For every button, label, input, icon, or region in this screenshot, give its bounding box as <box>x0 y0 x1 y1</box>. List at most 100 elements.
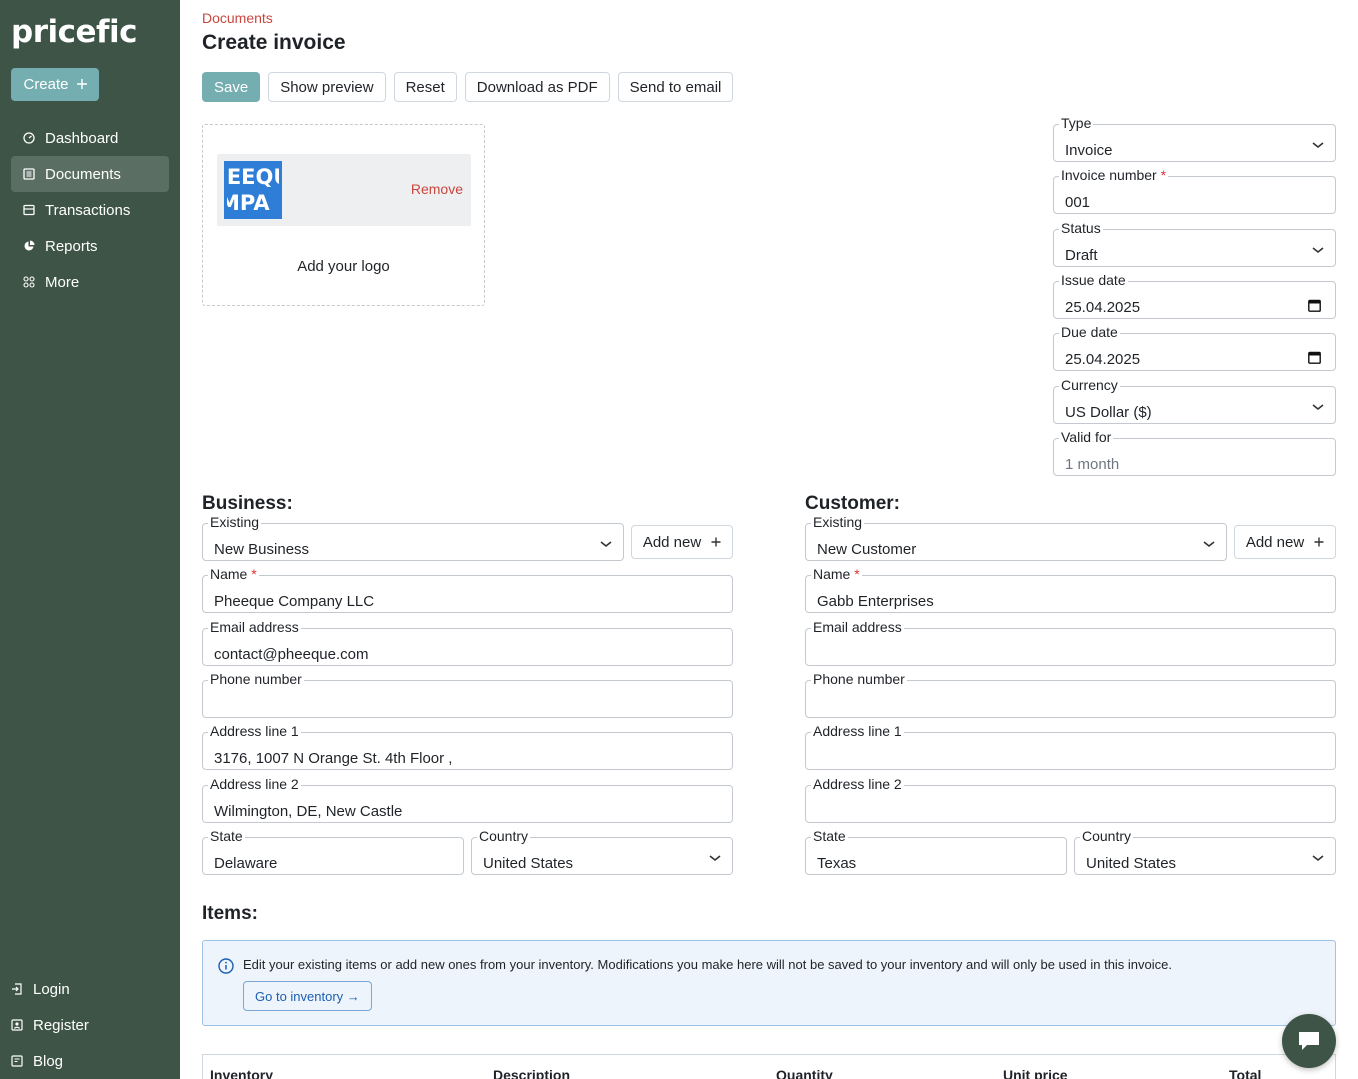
business-existing-label: Existing <box>208 513 262 531</box>
app-logo[interactable]: pricefic <box>11 14 138 50</box>
customer-state-field[interactable]: State Texas <box>805 827 1067 875</box>
business-name-field[interactable]: Name * Pheeque Company LLC <box>202 565 733 613</box>
currency-select[interactable]: Currency US Dollar ($) <box>1053 376 1336 424</box>
send-email-button[interactable]: Send to email <box>617 72 734 102</box>
due-date-value: 25.04.2025 <box>1065 351 1141 368</box>
reset-button[interactable]: Reset <box>393 72 457 102</box>
sidebar-item-transactions[interactable]: Transactions <box>11 192 169 228</box>
type-label: Type <box>1059 114 1094 132</box>
plus-icon <box>711 537 721 547</box>
show-preview-button[interactable]: Show preview <box>268 72 386 102</box>
sidebar-item-blog[interactable]: Blog <box>11 1043 169 1079</box>
sidebar-item-label: Login <box>33 980 70 998</box>
create-button-label: Create <box>23 76 69 93</box>
customer-state-label: State <box>811 827 848 845</box>
type-value: Invoice <box>1065 142 1113 159</box>
chat-button[interactable] <box>1282 1014 1336 1068</box>
invoice-number-field[interactable]: Invoice number * 001 <box>1053 166 1336 214</box>
calendar-icon[interactable] <box>1308 299 1321 312</box>
valid-for-field[interactable]: Valid for 1 month <box>1053 428 1336 476</box>
sidebar-item-more[interactable]: More <box>11 264 169 300</box>
sidebar-item-label: Dashboard <box>45 129 119 147</box>
company-logo-image: IEEQU MPA <box>224 161 282 219</box>
customer-add-new-button[interactable]: Add new <box>1234 525 1336 559</box>
customer-address1-field[interactable]: Address line 1 <box>805 722 1336 770</box>
customer-country-value: United States <box>1086 855 1177 872</box>
column-header-quantity[interactable]: Quantity <box>776 1067 833 1079</box>
business-section-title: Business: <box>202 493 293 514</box>
go-to-inventory-button[interactable]: Go to inventory → <box>243 981 372 1011</box>
chat-bubble-icon <box>1299 1032 1319 1050</box>
business-add-new-button[interactable]: Add new <box>631 525 733 559</box>
customer-address2-field[interactable]: Address line 2 <box>805 775 1336 823</box>
sidebar-item-register[interactable]: Register <box>11 1007 169 1043</box>
customer-phone-field[interactable]: Phone number <box>805 670 1336 718</box>
save-button[interactable]: Save <box>202 72 261 102</box>
customer-country-select[interactable]: Country United States <box>1074 827 1336 875</box>
business-existing-select[interactable]: Existing New Business <box>202 513 624 561</box>
customer-existing-select[interactable]: Existing New Customer <box>805 513 1227 561</box>
remove-logo-button[interactable]: Remove <box>411 181 463 197</box>
customer-name-field[interactable]: Name * Gabb Enterprises <box>805 565 1336 613</box>
column-header-inventory[interactable]: Inventory <box>210 1067 273 1079</box>
customer-address1-label: Address line 1 <box>811 722 904 740</box>
logo-upload-area[interactable]: IEEQU MPA Remove Add your logo <box>202 124 485 306</box>
chevron-down-icon <box>600 541 612 548</box>
sidebar-item-label: Documents <box>45 165 121 183</box>
due-date-field[interactable]: Due date 25.04.2025 <box>1053 323 1336 371</box>
business-address1-field[interactable]: Address line 1 3176, 1007 N Orange St. 4… <box>202 722 733 770</box>
chevron-down-icon <box>1312 142 1324 149</box>
breadcrumb[interactable]: Documents <box>202 10 273 26</box>
logo-image-text-top: IEEQU <box>226 165 279 189</box>
status-value: Draft <box>1065 247 1098 264</box>
sidebar-item-label: More <box>45 273 80 291</box>
sidebar-item-reports[interactable]: Reports <box>11 228 169 264</box>
add-logo-label[interactable]: Add your logo <box>203 258 484 275</box>
calendar-icon[interactable] <box>1308 351 1321 364</box>
business-address2-field[interactable]: Address line 2 Wilmington, DE, New Castl… <box>202 775 733 823</box>
business-address1-value: 3176, 1007 N Orange St. 4th Floor , <box>214 750 453 767</box>
customer-existing-label: Existing <box>811 513 865 531</box>
column-header-total[interactable]: Total <box>1229 1067 1261 1079</box>
customer-existing-value: New Customer <box>817 541 917 558</box>
plus-icon <box>76 76 87 93</box>
chevron-down-icon <box>1312 247 1324 254</box>
bottom-nav: Login Register Blog <box>11 971 169 1079</box>
business-state-field[interactable]: State Delaware <box>202 827 464 875</box>
items-table: Inventory Description Quantity Unit pric… <box>202 1054 1336 1079</box>
currency-value: US Dollar ($) <box>1065 404 1152 421</box>
sidebar-item-documents[interactable]: Documents <box>11 156 169 192</box>
issue-date-field[interactable]: Issue date 25.04.2025 <box>1053 271 1336 319</box>
customer-name-label: Name * <box>811 565 862 583</box>
customer-email-field[interactable]: Email address <box>805 618 1336 666</box>
login-icon <box>11 983 23 995</box>
chevron-down-icon <box>1203 541 1215 548</box>
business-phone-field[interactable]: Phone number <box>202 670 733 718</box>
create-button[interactable]: Create <box>11 68 99 101</box>
sidebar-item-login[interactable]: Login <box>11 971 169 1007</box>
plus-icon <box>1314 537 1324 547</box>
customer-name-value: Gabb Enterprises <box>817 593 934 610</box>
sidebar-item-label: Blog <box>33 1052 64 1070</box>
invoice-number-value: 001 <box>1065 194 1091 211</box>
business-state-label: State <box>208 827 245 845</box>
download-pdf-button[interactable]: Download as PDF <box>464 72 610 102</box>
business-country-select[interactable]: Country United States <box>471 827 733 875</box>
customer-phone-label: Phone number <box>811 670 907 688</box>
issue-date-label: Issue date <box>1059 271 1128 289</box>
grid-icon <box>23 276 35 288</box>
status-select[interactable]: Status Draft <box>1053 219 1336 267</box>
issue-date-value: 25.04.2025 <box>1065 299 1141 316</box>
info-icon <box>218 958 234 974</box>
type-select[interactable]: Type Invoice <box>1053 114 1336 162</box>
column-header-description[interactable]: Description <box>493 1067 570 1079</box>
business-email-field[interactable]: Email address contact@pheeque.com <box>202 618 733 666</box>
page-title: Create invoice <box>202 31 346 54</box>
transactions-icon <box>23 204 35 216</box>
column-header-unit-price[interactable]: Unit price <box>1003 1067 1068 1079</box>
sidebar-item-dashboard[interactable]: Dashboard <box>11 120 169 156</box>
customer-section-title: Customer: <box>805 493 901 514</box>
blog-icon <box>11 1055 23 1067</box>
valid-for-placeholder: 1 month <box>1065 456 1120 473</box>
business-country-value: United States <box>483 855 574 872</box>
